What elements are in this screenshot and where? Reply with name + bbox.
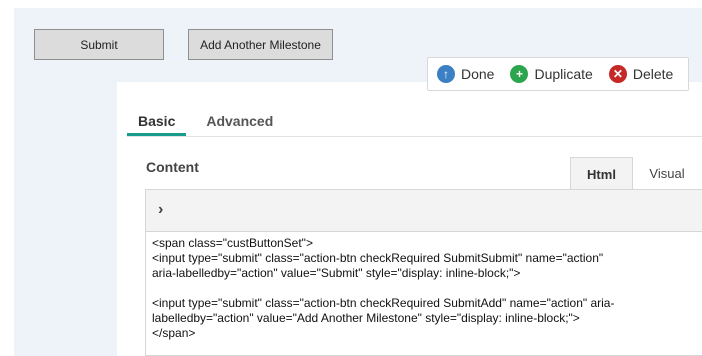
tab-visual-mode[interactable]: Visual [636,157,698,190]
code-line-blank [152,281,696,296]
add-another-milestone-button[interactable]: Add Another Milestone [188,29,333,60]
x-icon: ✕ [608,65,627,83]
duplicate-label: Duplicate [534,66,593,82]
delete-button[interactable]: ✕ Delete [608,65,674,83]
tab-basic[interactable]: Basic [127,108,187,136]
plus-icon: + [510,65,529,83]
delete-label: Delete [632,66,674,82]
settings-tabs: Basic Advanced [127,108,284,136]
component-toolbar: ↑ Done + Duplicate ✕ Delete [427,57,689,91]
chevron-right-icon[interactable]: › [158,201,163,219]
code-text[interactable]: <span class="custButtonSet"> <input type… [152,236,696,341]
tabs-divider [127,136,702,137]
preview-sidebar-strip [14,82,117,356]
submit-button[interactable]: Submit [34,29,164,60]
done-label: Done [461,66,495,82]
code-line: <input type="submit" class="action-btn c… [152,251,604,265]
content-label: Content [146,159,199,175]
code-line: labelledby="action" value="Add Another M… [152,311,580,325]
duplicate-button[interactable]: + Duplicate [510,65,593,83]
arrow-up-icon: ↑ [437,65,455,83]
code-line: <span class="custButtonSet"> [152,236,313,250]
tab-html-mode[interactable]: Html [570,157,633,190]
code-editor[interactable]: › <span class="custButtonSet"> <input ty… [145,189,702,356]
code-line: <input type="submit" class="action-btn c… [152,296,615,310]
done-button[interactable]: ↑ Done [437,65,494,83]
code-line: aria-labelledby="action" value="Submit" … [152,266,521,280]
tab-advanced[interactable]: Advanced [195,108,284,136]
editor-toolbar: › [146,190,702,232]
code-line: </span> [152,326,196,340]
